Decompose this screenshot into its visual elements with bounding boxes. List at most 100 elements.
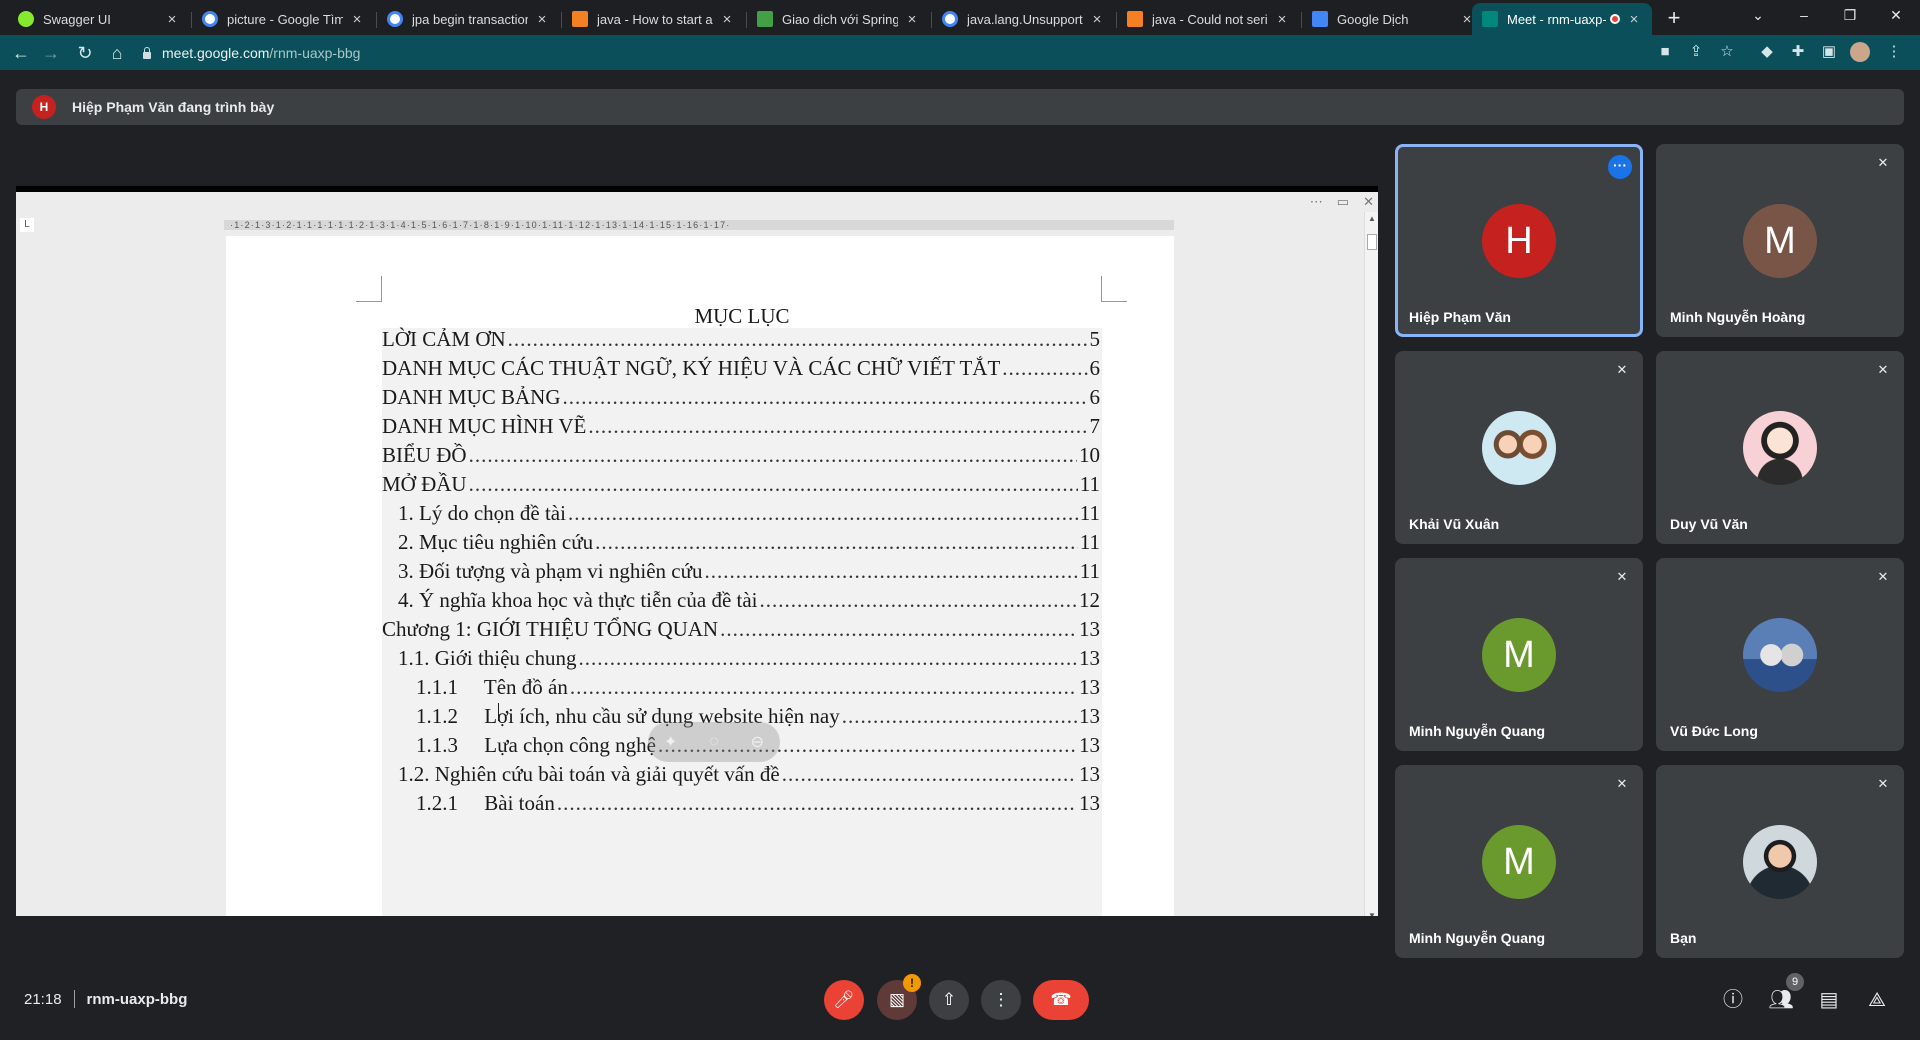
presenter-avatar: H — [32, 95, 56, 119]
share-icon[interactable]: ⇪ — [1686, 42, 1706, 62]
tab-google-translate[interactable]: Google Dịch × — [1302, 3, 1485, 35]
leave-call-button[interactable]: ☎ — [1033, 980, 1089, 1020]
text-cursor-icon — [498, 703, 504, 721]
camera-toggle-button[interactable]: ▧! — [877, 974, 921, 1020]
home-icon[interactable]: ⌂ — [104, 40, 130, 66]
more-icon[interactable]: ⋯ — [1310, 194, 1323, 210]
close-icon[interactable]: × — [534, 11, 550, 28]
pin-icon[interactable]: ✦ — [664, 732, 677, 752]
mic-off-icon: ✕ — [1877, 569, 1889, 584]
microphone-toggle-button[interactable]: 🎤︎ — [824, 980, 864, 1020]
present-screen-button[interactable]: ⇧ — [929, 980, 969, 1020]
pop-out-icon[interactable]: ▭ — [1337, 194, 1349, 210]
scroll-thumb[interactable] — [1367, 234, 1377, 250]
participant-tile[interactable]: H ··· Hiệp Phạm Văn — [1395, 144, 1643, 337]
tab-label: java - How to start a tr — [597, 11, 713, 27]
participant-name: Hiệp Phạm Văn — [1409, 309, 1511, 325]
lock-icon — [142, 47, 152, 59]
participant-tile[interactable]: ✕ Duy Vũ Văn — [1656, 351, 1904, 544]
close-icon[interactable]: × — [349, 11, 365, 28]
participant-tile[interactable]: M ✕ Minh Nguyễn Quang — [1395, 765, 1643, 958]
side-panel-icon[interactable]: ▣ — [1819, 42, 1839, 62]
window-close-button[interactable]: ✕ — [1873, 0, 1919, 30]
profile-avatar-icon[interactable] — [1850, 42, 1870, 62]
participant-photo-avatar — [1482, 411, 1556, 485]
toc-entry[interactable]: 1.2. Nghiên cứu bài toán và giải quyết v… — [398, 762, 1100, 792]
maximize-button[interactable]: ❐ — [1827, 0, 1873, 30]
remove-icon[interactable]: ⊖ — [751, 732, 764, 752]
close-icon[interactable]: × — [904, 11, 920, 28]
close-icon[interactable]: × — [1274, 11, 1290, 28]
toc-entry[interactable]: DANH MỤC CÁC THUẬT NGỮ, KÝ HIỆU VÀ CÁC C… — [382, 356, 1100, 386]
participant-tile[interactable]: M ✕ Minh Nguyễn Hoàng — [1656, 144, 1904, 337]
tile-hover-controls: ✦ ◌ ⊖ — [648, 722, 780, 762]
url-host: meet.google.com — [162, 45, 270, 61]
tab-java-lang-unsupported[interactable]: java.lang.Unsupported × — [932, 3, 1115, 35]
participant-avatar: H — [1482, 204, 1556, 278]
toc-entry[interactable]: 4. Ý nghĩa khoa học và thực tiễn của đề … — [398, 588, 1100, 618]
browser-menu-icon[interactable]: ⋮ — [1884, 42, 1904, 62]
tab-google-meet[interactable]: Meet - rnm-uaxp- × — [1472, 3, 1652, 35]
toc-entry[interactable]: 3. Đối tượng và phạm vi nghiên cứu11 — [398, 559, 1100, 589]
toc-entry[interactable]: Chương 1: GIỚI THIỆU TỔNG QUAN13 — [382, 617, 1100, 647]
browser-tab-strip: Swagger UI × picture - Google Tìm kiếm ×… — [0, 0, 1920, 35]
presenting-banner: H Hiệp Phạm Văn đang trình bày — [16, 89, 1904, 125]
tab-swagger-ui[interactable]: Swagger UI × — [8, 3, 190, 35]
people-icon: 👥︎ — [1768, 989, 1794, 1011]
toc-entry[interactable]: DANH MỤC HÌNH VẼ7 — [382, 414, 1100, 444]
more-options-button[interactable]: ⋮ — [981, 980, 1021, 1020]
camera-permission-icon[interactable]: ■ — [1655, 42, 1675, 62]
swagger-favicon-icon — [18, 11, 34, 27]
document-page: MỤC LỤC LỜI CẢM ƠN5 DANH MỤC CÁC THUẬT N… — [226, 236, 1174, 916]
close-icon[interactable]: × — [1089, 11, 1105, 28]
recording-indicator-icon — [1610, 14, 1620, 24]
tab-label: java.lang.Unsupported — [967, 11, 1083, 27]
toc-entry[interactable]: MỞ ĐẦU11 — [382, 472, 1100, 502]
minimize-button[interactable]: – — [1781, 0, 1827, 30]
tab-java-start-transaction[interactable]: java - How to start a tr × — [562, 3, 745, 35]
scroll-up-icon[interactable]: ▲ — [1365, 214, 1378, 223]
mute-participant-icon[interactable]: ◌ — [709, 733, 719, 751]
bookmark-star-icon[interactable]: ☆ — [1717, 42, 1737, 62]
extension-cube-icon[interactable]: ◆ — [1757, 42, 1777, 62]
tab-jpa-begin-transaction[interactable]: jpa begin transaction × — [377, 3, 560, 35]
toc-entry[interactable]: 2. Mục tiêu nghiên cứu11 — [398, 530, 1100, 560]
participant-tile[interactable]: ✕ Khải Vũ Xuân — [1395, 351, 1643, 544]
tab-stop-selector[interactable]: L — [20, 218, 34, 232]
toc-entry[interactable]: LỜI CẢM ƠN5 — [382, 327, 1100, 357]
close-icon[interactable]: × — [164, 11, 180, 28]
new-tab-button[interactable]: + — [1660, 4, 1688, 32]
participant-tile[interactable]: M ✕ Minh Nguyễn Quang — [1395, 558, 1643, 751]
participant-avatar: M — [1743, 204, 1817, 278]
participant-name: Vũ Đức Long — [1670, 723, 1758, 739]
toc-entry[interactable]: 1.1.1 Tên đồ án13 — [416, 675, 1100, 705]
toc-entry[interactable]: BIỂU ĐỒ10 — [382, 443, 1100, 473]
more-options-icon[interactable]: ··· — [1608, 155, 1632, 179]
tab-google-search[interactable]: picture - Google Tìm kiếm × — [192, 3, 375, 35]
chat-icon[interactable]: ▤ — [1814, 985, 1844, 1015]
tab-search-icon[interactable]: ⌄ — [1735, 0, 1781, 30]
close-icon[interactable]: × — [719, 11, 735, 28]
address-bar[interactable]: meet.google.com/rnm-uaxp-bbg — [142, 39, 1622, 67]
google-favicon-icon — [202, 11, 218, 27]
meeting-info-icon[interactable]: ⓘ — [1718, 985, 1748, 1015]
vertical-scrollbar[interactable]: ▲ ▼ — [1364, 212, 1378, 916]
extensions-puzzle-icon[interactable]: ✚ — [1788, 42, 1808, 62]
toc-entry[interactable]: 1.1. Giới thiệu chung13 — [398, 646, 1100, 676]
activities-icon[interactable]: ⟁ — [1862, 985, 1892, 1015]
toc-entry[interactable]: 1. Lý do chọn đề tài11 — [398, 501, 1100, 531]
toc-entry[interactable]: 1.2.1 Bài toán13 — [416, 791, 1100, 821]
participant-avatar: M — [1482, 618, 1556, 692]
close-icon[interactable]: ✕ — [1363, 194, 1374, 210]
toc-entry[interactable]: DANH MỤC BẢNG6 — [382, 385, 1100, 415]
people-button[interactable]: 👥︎ 9 — [1766, 973, 1804, 1015]
scroll-down-icon[interactable]: ▼ — [1365, 911, 1378, 916]
forward-icon[interactable]: → — [38, 40, 64, 66]
participant-tile-self[interactable]: ✕ Bạn — [1656, 765, 1904, 958]
participant-tile[interactable]: ✕ Vũ Đức Long — [1656, 558, 1904, 751]
reload-icon[interactable]: ↻ — [72, 40, 98, 66]
tab-java-could-not-serialize[interactable]: java - Could not serial × — [1117, 3, 1300, 35]
back-icon[interactable]: ← — [8, 40, 34, 66]
close-icon[interactable]: × — [1626, 11, 1642, 28]
tab-spring-transaction[interactable]: Giao dịch với Spring và × — [747, 3, 930, 35]
